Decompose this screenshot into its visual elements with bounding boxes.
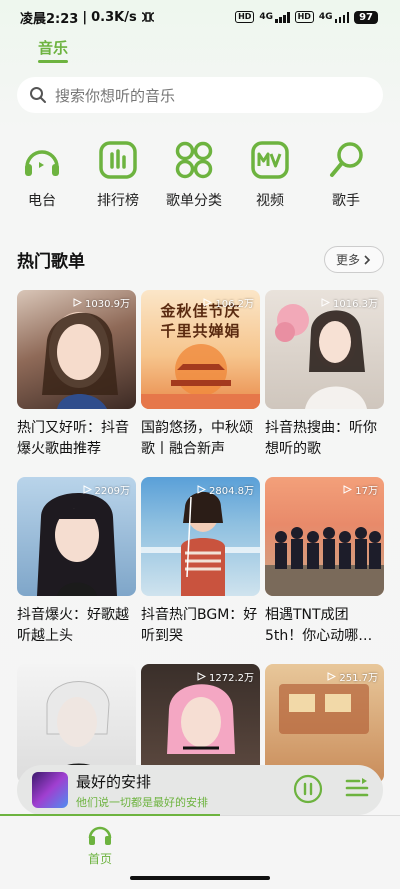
playlist-icon[interactable] <box>344 776 370 802</box>
tab-music[interactable]: 音乐 <box>38 37 68 58</box>
play-count-icon <box>203 298 213 307</box>
signal-icon-2 <box>334 11 350 23</box>
search-icon <box>30 87 46 103</box>
category-row: 电台 排行榜 歌单分类 视频 歌手 <box>0 140 400 220</box>
playlist-cover: 17万 <box>265 477 384 596</box>
status-bar: 凌晨2:23 | 0.3K/s HD 4G HD 4G 97 <box>0 0 400 34</box>
playlist-card[interactable]: 1030.9万 热门又好听：抖音爆火歌曲推荐 <box>17 290 136 460</box>
search-bar[interactable]: 搜索你想听的音乐 <box>17 77 383 113</box>
notification-icon <box>141 12 154 22</box>
network-speed: 0.3K/s <box>91 9 137 25</box>
signal-icon <box>275 11 290 23</box>
home-indicator[interactable] <box>130 876 270 880</box>
playlist-cover: 1016.3万 <box>265 290 384 409</box>
play-count-icon <box>197 672 206 681</box>
tab-indicator <box>38 60 68 63</box>
play-count-icon <box>321 298 330 307</box>
category-ranking[interactable]: 排行榜 <box>80 140 156 210</box>
search-placeholder: 搜索你想听的音乐 <box>55 86 176 105</box>
playlist-cover: 1030.9万 <box>17 290 136 409</box>
chevron-right-icon <box>364 254 371 265</box>
headphones-icon <box>88 826 112 845</box>
hd-badge-2: HD <box>294 11 314 23</box>
more-button[interactable]: 更多 <box>324 246 384 273</box>
playlist-title: 热门又好听：抖音爆火歌曲推荐 <box>17 420 129 457</box>
category-singer[interactable]: 歌手 <box>308 140 384 210</box>
playlist-card[interactable]: 2804.8万 抖音热门BGM：好听到哭 <box>141 477 260 647</box>
play-count-icon <box>83 485 92 494</box>
category-video[interactable]: 视频 <box>232 140 308 210</box>
section-title: 热门歌单 <box>17 252 85 272</box>
battery-indicator: 97 <box>354 10 378 24</box>
radio-icon <box>25 150 59 176</box>
now-playing-title: 最好的安排 <box>76 772 152 791</box>
grid-icon <box>175 141 213 179</box>
playlist-cover: 2209万 <box>17 477 136 596</box>
nav-progress-line <box>0 814 220 816</box>
nav-home[interactable]: 首页 <box>80 822 120 867</box>
play-count-icon <box>197 485 206 494</box>
playlist-cover: 2804.8万 <box>141 477 260 596</box>
mv-icon <box>251 141 289 179</box>
ranking-icon <box>99 141 137 179</box>
playlist-card[interactable]: 2209万 抖音爆火：好歌越听越上头 <box>17 477 136 647</box>
playlist-title: 抖音热搜曲：听你想听的歌 <box>265 420 377 457</box>
network-type-2: 4G <box>318 12 333 22</box>
pause-icon[interactable] <box>293 774 323 804</box>
singer-icon <box>330 142 363 177</box>
playlist-title: 国韵悠扬，中秋颂歌丨融合新声 <box>141 420 253 457</box>
playlist-card[interactable]: 金秋佳节庆 千里共婵娟 106.2万 国韵悠扬，中秋颂歌丨融合新声 <box>141 290 260 460</box>
playlist-cover: 金秋佳节庆 千里共婵娟 106.2万 <box>141 290 260 409</box>
play-count-icon <box>343 485 353 494</box>
now-playing-lyric: 他们说一切都是最好的安排 <box>76 795 208 809</box>
category-playlist-types[interactable]: 歌单分类 <box>156 140 232 210</box>
hd-badge: HD <box>235 11 255 23</box>
category-radio[interactable]: 电台 <box>4 140 80 210</box>
playlist-card[interactable]: 17万 相遇TNT成团5th！你心动哪… <box>265 477 384 647</box>
play-count-icon <box>327 672 337 681</box>
playlist-title: 相遇TNT成团5th！你心动哪… <box>265 607 373 644</box>
playlist-title: 抖音爆火：好歌越听越上头 <box>17 607 129 644</box>
album-art <box>32 772 68 808</box>
playlist-card[interactable]: 1016.3万 抖音热搜曲：听你想听的歌 <box>265 290 384 460</box>
play-count-icon <box>73 298 82 307</box>
playlist-title: 抖音热门BGM：好听到哭 <box>141 607 258 644</box>
network-type: 4G <box>259 12 274 22</box>
mini-player[interactable]: 最好的安排 他们说一切都是最好的安排 <box>17 765 383 815</box>
status-time: 凌晨2:23 <box>20 11 79 27</box>
